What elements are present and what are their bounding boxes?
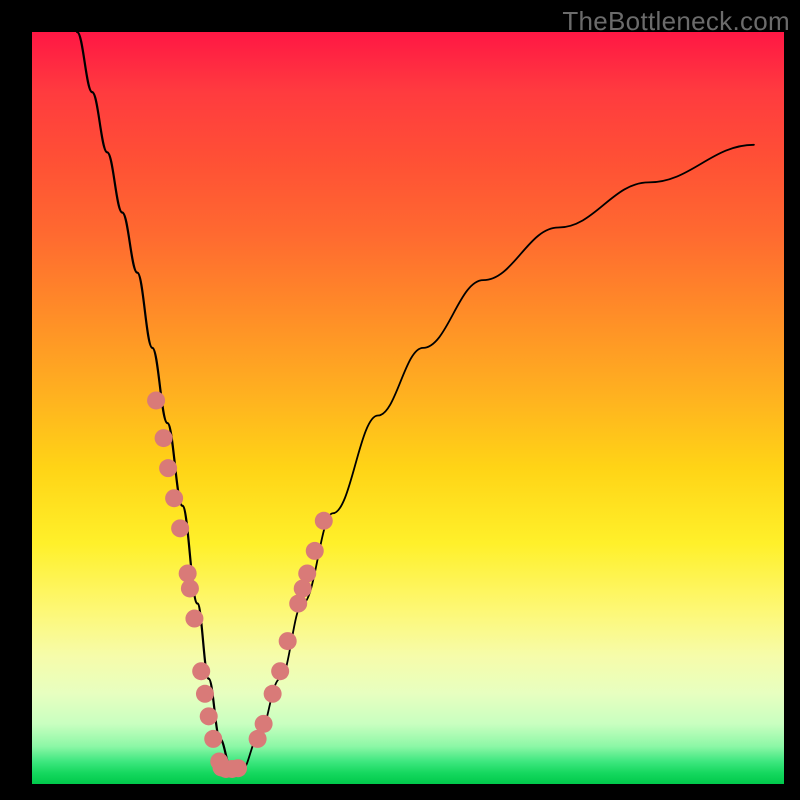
marker-dot [165, 489, 183, 507]
marker-dot [185, 610, 203, 628]
watermark-text: TheBottleneck.com [562, 6, 790, 37]
chart-svg [32, 32, 784, 784]
marker-dot [147, 391, 165, 409]
bottleneck-curve [77, 32, 754, 769]
marker-dot [179, 564, 197, 582]
marker-dot [196, 685, 214, 703]
marker-dot [264, 685, 282, 703]
marker-dot [192, 662, 210, 680]
marker-dot [155, 429, 173, 447]
plot-area [32, 32, 784, 784]
marker-dot [171, 519, 189, 537]
marker-dot [229, 759, 247, 777]
marker-dot [315, 512, 333, 530]
marker-dot [271, 662, 289, 680]
chart-frame: TheBottleneck.com [0, 0, 800, 800]
marker-dot [255, 715, 273, 733]
marker-dot [306, 542, 324, 560]
marker-dot [204, 730, 222, 748]
marker-dot [298, 564, 316, 582]
highlight-markers [147, 391, 333, 777]
marker-dot [181, 579, 199, 597]
marker-dot [159, 459, 177, 477]
marker-dot [200, 707, 218, 725]
marker-dot [279, 632, 297, 650]
curve-right [231, 145, 754, 769]
